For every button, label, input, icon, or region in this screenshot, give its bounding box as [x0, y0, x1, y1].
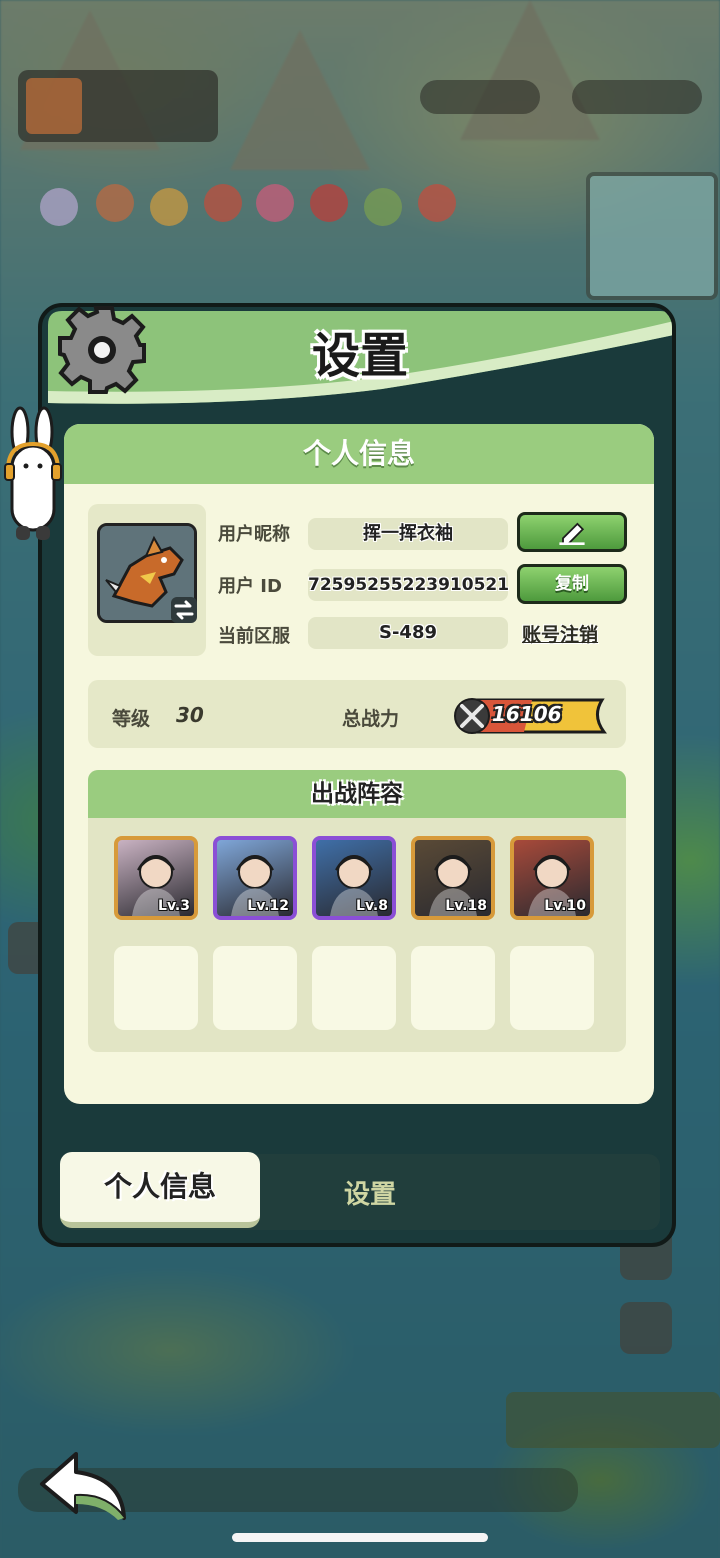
side-menu-icon	[620, 1302, 672, 1354]
hero-card[interactable]: Lv.12	[213, 836, 297, 920]
level-value: 30	[176, 703, 204, 727]
event-icon	[204, 184, 242, 222]
hero-level: Lv.18	[445, 898, 487, 914]
nickname-label: 用户昵称	[218, 524, 290, 545]
hero-card[interactable]: Lv.3	[114, 836, 198, 920]
event-icon	[310, 184, 348, 222]
swap-icon[interactable]	[170, 596, 198, 624]
modal-title: 设置	[311, 328, 408, 384]
hero-card[interactable]: Lv.10	[510, 836, 594, 920]
event-icon	[40, 188, 78, 226]
account-deletion-link[interactable]: 账号注销	[522, 620, 598, 647]
hero-level: Lv.10	[544, 898, 586, 914]
level-label: 等级	[112, 708, 151, 730]
hud-resource-gems	[420, 80, 540, 114]
empty-hero-slot[interactable]	[510, 946, 594, 1030]
empty-hero-slot[interactable]	[213, 946, 297, 1030]
hero-card[interactable]: Lv.8	[312, 836, 396, 920]
back-arrow-icon[interactable]	[36, 1448, 132, 1524]
minimap	[586, 172, 718, 300]
lineup-title: 出战阵容	[88, 770, 626, 818]
hud-avatar	[26, 78, 82, 134]
empty-hero-slot[interactable]	[312, 946, 396, 1030]
hud-resource-coins	[572, 80, 702, 114]
background-mountain	[460, 0, 600, 140]
nickname-value: 挥一挥衣袖	[308, 518, 508, 550]
event-icon	[96, 184, 134, 222]
hero-card[interactable]: Lv.18	[411, 836, 495, 920]
copy-id-button[interactable]: 复制	[517, 564, 627, 604]
tab-settings[interactable]: 设置	[300, 1174, 440, 1211]
background-mountain	[230, 30, 370, 170]
power-value: 16106	[492, 702, 562, 726]
pencil-icon	[559, 522, 585, 546]
empty-hero-slot[interactable]	[114, 946, 198, 1030]
tab-profile[interactable]: 个人信息	[60, 1152, 260, 1228]
hero-level: Lv.12	[247, 898, 289, 914]
user-id-value: 72595255223910521	[308, 569, 509, 601]
section-title: 个人信息	[64, 424, 654, 484]
edit-nickname-button[interactable]	[517, 512, 627, 552]
home-indicator	[232, 1533, 488, 1542]
hero-level: Lv.3	[158, 898, 190, 914]
server-label: 当前区服	[218, 626, 290, 647]
empty-hero-slot[interactable]	[411, 946, 495, 1030]
background-notice	[506, 1392, 720, 1448]
event-icon	[256, 184, 294, 222]
power-label: 总战力	[342, 708, 400, 730]
hero-level: Lv.8	[356, 898, 388, 914]
event-icon	[418, 184, 456, 222]
user-id-label: 用户 ID	[218, 576, 282, 597]
bunny-mascot-icon[interactable]	[2, 404, 64, 546]
event-icon	[364, 188, 402, 226]
event-icon	[150, 188, 188, 226]
server-value: S-489	[308, 617, 508, 649]
